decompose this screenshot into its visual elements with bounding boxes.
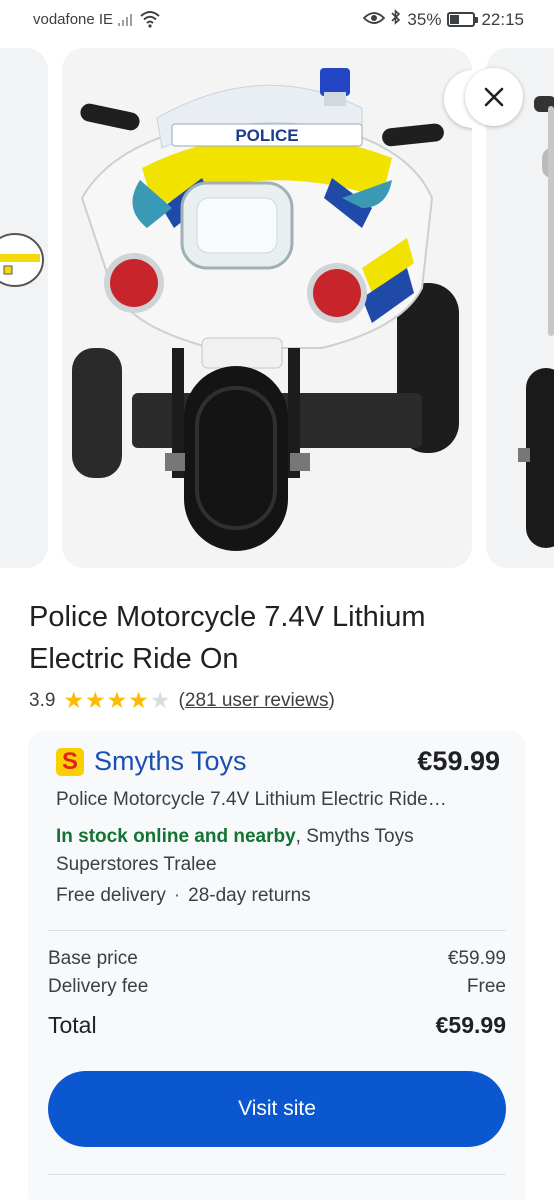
- battery-icon: [447, 12, 479, 27]
- status-bar: vodafone IE 35% 22:15: [0, 0, 554, 40]
- seller-logo: S: [56, 747, 84, 776]
- star-icon: ★: [85, 687, 106, 713]
- carousel-image-previous[interactable]: [0, 48, 48, 568]
- star-icon: ★: [106, 687, 128, 713]
- rating-value: 3.9: [29, 689, 56, 711]
- seller-header: S Smyths Toys €59.99: [56, 746, 500, 777]
- signal-icon: [118, 11, 136, 32]
- separator-dot: ·: [173, 885, 181, 906]
- wifi-icon: [140, 10, 160, 33]
- delivery-text: Free delivery: [56, 885, 166, 906]
- returns-text: 28-day returns: [188, 885, 311, 906]
- delivery-fee-row: Delivery fee Free: [48, 976, 506, 998]
- seller-offer-panel: S Smyths Toys €59.99 Police Motorcycle 7…: [28, 731, 526, 1200]
- base-price-label: Base price: [48, 948, 138, 969]
- close-button[interactable]: [465, 68, 523, 126]
- seller-price: €59.99: [417, 746, 500, 776]
- star-rating: ★ ★ ★ ★ ★: [63, 689, 170, 712]
- total-row: Total €59.99: [48, 1012, 506, 1039]
- carrier-name: vodafone IE: [33, 11, 114, 28]
- product-image-police-motorcycle[interactable]: POLICE: [62, 48, 472, 568]
- delivery-info: Free delivery · 28-day returns: [56, 885, 311, 907]
- bluetooth-icon: [391, 9, 401, 30]
- in-stock-status: In stock online and nearby: [56, 826, 296, 847]
- star-icon: ★: [128, 687, 149, 713]
- listing-title: Police Motorcycle 7.4V Lithium Electric …: [56, 789, 447, 810]
- clock: 22:15: [481, 9, 524, 29]
- star-icon: ★: [63, 687, 85, 713]
- product-title: Police Motorcycle 7.4V Lithium Electric …: [29, 601, 426, 675]
- base-price-row: Base price €59.99: [48, 948, 506, 970]
- total-value: €59.99: [435, 1012, 506, 1038]
- divider: [48, 1174, 506, 1175]
- close-icon: [484, 87, 504, 107]
- battery-percent: 35%: [407, 9, 442, 29]
- star-empty-icon: ★: [149, 687, 171, 713]
- visit-site-button[interactable]: Visit site: [48, 1071, 506, 1147]
- delivery-fee-label: Delivery fee: [48, 976, 149, 997]
- scroll-indicator[interactable]: [548, 106, 554, 336]
- delivery-fee-value: Free: [466, 976, 506, 997]
- eye-icon: [363, 10, 386, 30]
- base-price-value: €59.99: [447, 948, 506, 969]
- seller-info[interactable]: S Smyths Toys: [56, 746, 247, 777]
- divider: [48, 930, 506, 931]
- image-carousel[interactable]: POLICE: [0, 46, 554, 570]
- rating-row: 3.9 ★ ★ ★ ★ ★ (281 user reviews): [29, 689, 335, 712]
- carousel-image-next[interactable]: [486, 48, 554, 568]
- police-text: POLICE: [235, 126, 298, 145]
- total-label: Total: [48, 1012, 97, 1038]
- reviews-link-wrapper: (281 user reviews): [178, 689, 335, 711]
- reviews-link[interactable]: 281 user reviews: [185, 690, 329, 711]
- stock-info: In stock online and nearby, Smyths Toys …: [56, 823, 496, 879]
- seller-name-link[interactable]: Smyths Toys: [94, 746, 247, 777]
